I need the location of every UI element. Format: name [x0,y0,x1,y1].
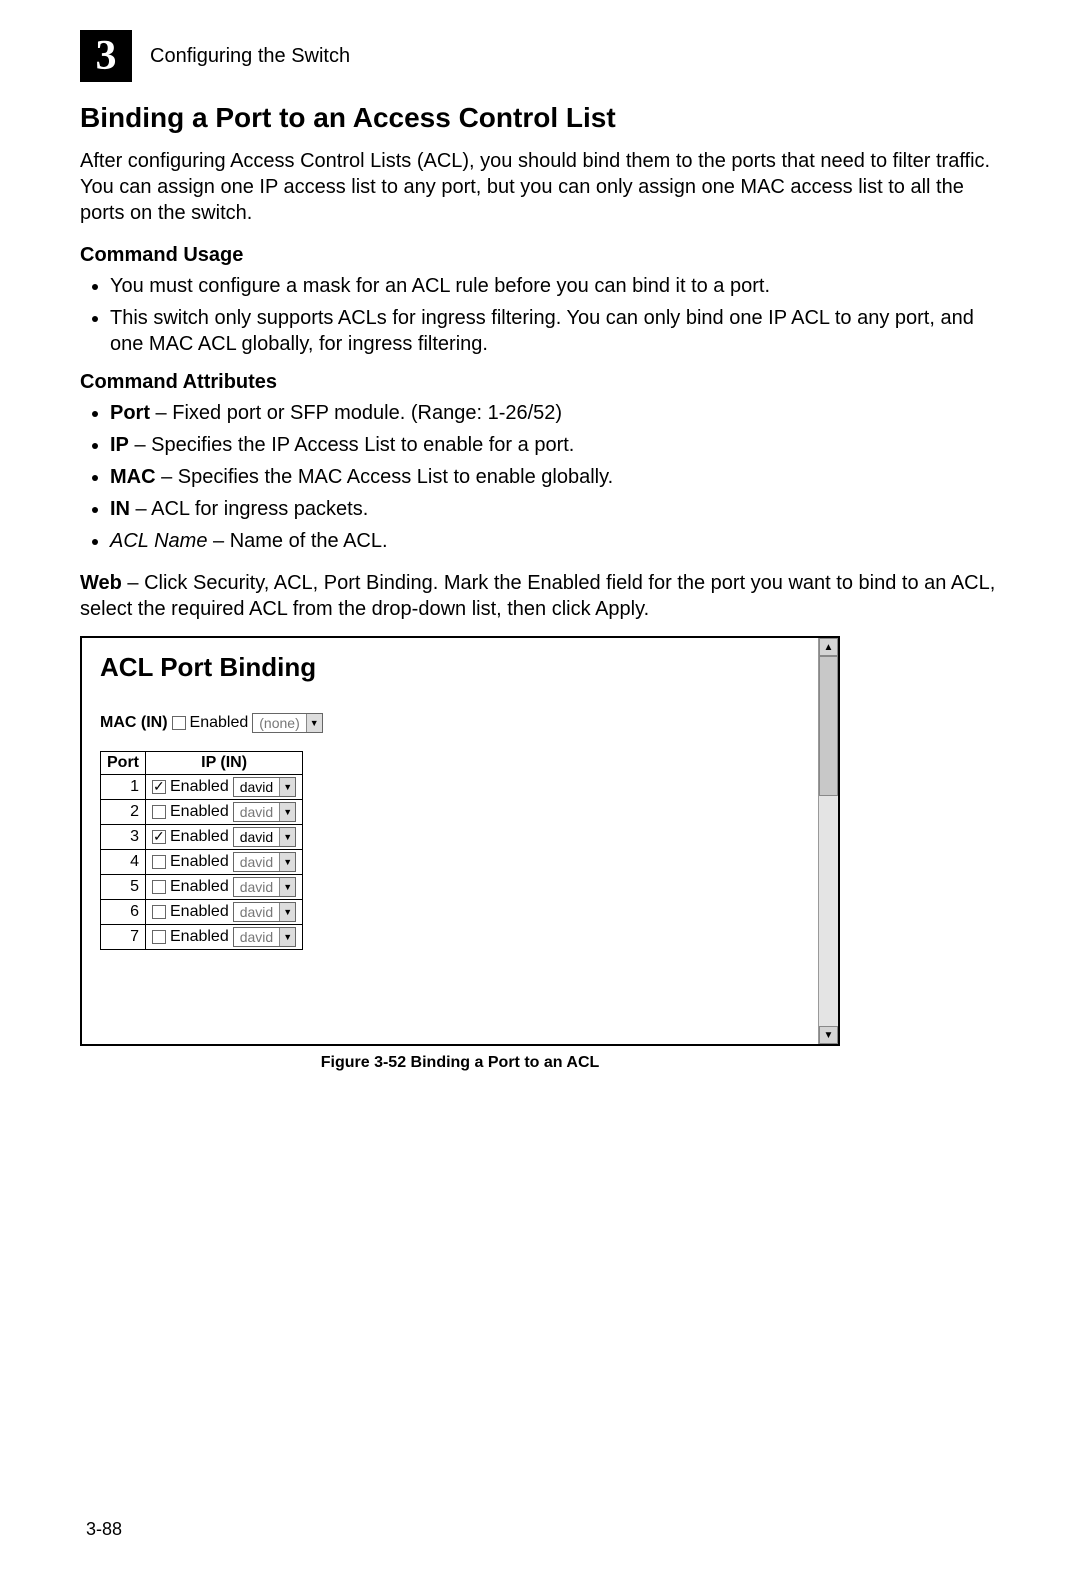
table-row: 4 Enableddavid▼ [101,850,303,875]
chevron-down-icon: ▼ [279,928,295,946]
port-table: Port IP (IN) 1Enableddavid▼2Enableddavid… [100,751,303,950]
chevron-down-icon: ▼ [279,828,295,846]
list-item: MAC – Specifies the MAC Access List to e… [110,464,1000,490]
chevron-down-icon: ▼ [279,878,295,896]
chevron-down-icon: ▼ [279,778,295,796]
port-number-cell: 1 [101,775,146,800]
ip-in-header: IP (IN) [146,752,303,775]
mac-acl-dropdown[interactable]: (none) ▼ [252,713,322,733]
table-row: 2 Enableddavid▼ [101,800,303,825]
mac-enabled-checkbox[interactable] [172,716,186,730]
panel-title: ACL Port Binding [100,652,800,683]
chevron-down-icon: ▼ [279,803,295,821]
list-item: IN – ACL for ingress packets. [110,496,1000,522]
port-number-cell: 4 [101,850,146,875]
list-item: This switch only supports ACLs for ingre… [110,305,1000,357]
chevron-down-icon: ▼ [306,714,322,732]
chapter-number-badge: 3 [80,30,132,82]
table-row: 6 Enableddavid▼ [101,900,303,925]
command-attributes-list: Port – Fixed port or SFP module. (Range:… [80,400,1000,554]
command-usage-heading: Command Usage [80,244,1000,267]
enabled-label: Enabled [170,778,229,796]
scroll-down-button[interactable]: ▼ [819,1026,838,1044]
list-item: ACL Name – Name of the ACL. [110,528,1000,554]
list-item: You must configure a mask for an ACL rul… [110,273,1000,299]
port-number-cell: 7 [101,925,146,950]
page-number: 3-88 [86,1519,122,1540]
chevron-down-icon: ▼ [279,853,295,871]
port-acl-dropdown[interactable]: david▼ [233,902,296,922]
scroll-up-button[interactable]: ▲ [819,638,838,656]
port-number-cell: 5 [101,875,146,900]
port-header: Port [101,752,146,775]
port-enabled-checkbox[interactable] [152,780,166,794]
enabled-label: Enabled [170,803,229,821]
list-item: IP – Specifies the IP Access List to ena… [110,432,1000,458]
list-item: Port – Fixed port or SFP module. (Range:… [110,400,1000,426]
enabled-label: Enabled [170,878,229,896]
table-row: 3 Enableddavid▼ [101,825,303,850]
mac-in-label: MAC (IN) [100,714,168,732]
port-enabled-checkbox[interactable] [152,930,166,944]
command-usage-list: You must configure a mask for an ACL rul… [80,273,1000,357]
port-enabled-checkbox[interactable] [152,805,166,819]
port-acl-dropdown[interactable]: david▼ [233,927,296,947]
enabled-label: Enabled [170,928,229,946]
enabled-label: Enabled [170,853,229,871]
port-acl-dropdown[interactable]: david▼ [233,877,296,897]
port-enabled-checkbox[interactable] [152,905,166,919]
port-acl-dropdown[interactable]: david▼ [233,852,296,872]
port-enabled-checkbox[interactable] [152,880,166,894]
section-heading: Binding a Port to an Access Control List [80,102,1000,134]
port-number-cell: 3 [101,825,146,850]
chapter-label: Configuring the Switch [150,45,350,68]
enabled-label: Enabled [170,903,229,921]
figure-caption: Figure 3-52 Binding a Port to an ACL [80,1054,840,1072]
table-row: 7 Enableddavid▼ [101,925,303,950]
enabled-label: Enabled [190,714,249,732]
table-row: 5 Enableddavid▼ [101,875,303,900]
scroll-thumb[interactable] [819,656,838,796]
port-acl-dropdown[interactable]: david▼ [233,777,296,797]
port-enabled-checkbox[interactable] [152,855,166,869]
port-number-cell: 2 [101,800,146,825]
port-acl-dropdown[interactable]: david▼ [233,802,296,822]
enabled-label: Enabled [170,828,229,846]
chevron-down-icon: ▼ [279,903,295,921]
port-acl-dropdown[interactable]: david▼ [233,827,296,847]
scroll-track[interactable] [819,656,838,1026]
acl-port-binding-screenshot: ACL Port Binding MAC (IN) Enabled (none)… [80,636,840,1046]
command-attributes-heading: Command Attributes [80,371,1000,394]
web-instructions: Web – Click Security, ACL, Port Binding.… [80,570,1000,622]
port-enabled-checkbox[interactable] [152,830,166,844]
vertical-scrollbar[interactable]: ▲ ▼ [818,638,838,1044]
port-number-cell: 6 [101,900,146,925]
table-row: 1 Enableddavid▼ [101,775,303,800]
section-intro: After configuring Access Control Lists (… [80,148,1000,226]
